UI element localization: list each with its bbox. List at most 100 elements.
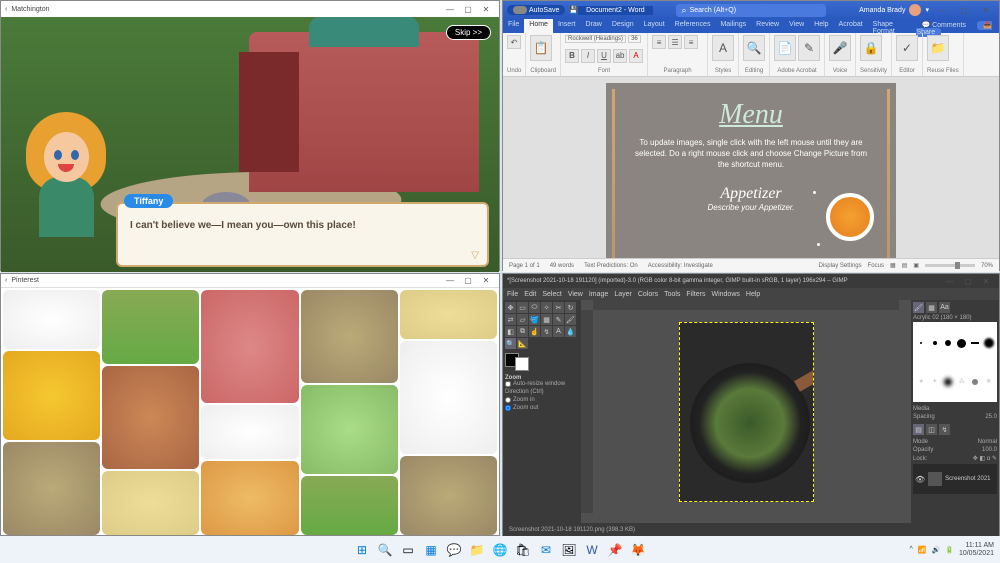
document-name[interactable]: Document2 - Word bbox=[578, 6, 653, 15]
brush-item[interactable]: ★ bbox=[915, 364, 928, 401]
eraser-tool[interactable]: ◧ bbox=[505, 326, 516, 337]
fuzzy-select-tool[interactable]: ✧ bbox=[541, 302, 552, 313]
zoom-tool[interactable]: 🔍 bbox=[505, 338, 516, 349]
tab-design[interactable]: Design bbox=[607, 19, 639, 33]
accessibility[interactable]: Accessibility: Investigate bbox=[648, 263, 713, 269]
bg-color[interactable] bbox=[515, 357, 529, 371]
wifi-icon[interactable]: 📶 bbox=[918, 546, 927, 554]
user-avatar[interactable] bbox=[909, 4, 921, 16]
font-name[interactable]: Rockwell (Headings) bbox=[565, 35, 626, 43]
pin-image[interactable] bbox=[201, 405, 298, 459]
fonts-tab[interactable]: Aa bbox=[939, 302, 950, 313]
auto-resize-check[interactable] bbox=[505, 381, 511, 387]
text-predictions[interactable]: Text Predictions: On bbox=[584, 263, 638, 269]
tab-layout[interactable]: Layout bbox=[639, 19, 670, 33]
view-print-icon[interactable]: ▤ bbox=[902, 262, 908, 269]
volume-icon[interactable]: 🔊 bbox=[932, 546, 941, 554]
bullets-icon[interactable]: ≡ bbox=[652, 35, 666, 49]
pencil-tool[interactable]: ✎ bbox=[553, 314, 564, 325]
save-icon[interactable]: 💾 bbox=[569, 6, 578, 14]
brush-item[interactable] bbox=[956, 324, 969, 363]
pin-image[interactable] bbox=[3, 442, 100, 535]
view-read-icon[interactable]: ▦ bbox=[890, 262, 896, 269]
brush-item[interactable] bbox=[942, 364, 955, 401]
channels-tab[interactable]: ◫ bbox=[926, 424, 937, 435]
brush-tool[interactable]: 🖌 bbox=[565, 314, 576, 325]
tab-draw[interactable]: Draw bbox=[580, 19, 606, 33]
tab-insert[interactable]: Insert bbox=[553, 19, 581, 33]
maximize-button[interactable]: ▢ bbox=[955, 4, 973, 16]
rotate-tool[interactable]: ↻ bbox=[565, 302, 576, 313]
close-button[interactable]: ✕ bbox=[977, 275, 995, 287]
layer-name[interactable]: Screenshot 2021 bbox=[945, 476, 990, 482]
start-button[interactable]: ⊞ bbox=[352, 540, 372, 560]
search-icon[interactable]: 🔍 bbox=[375, 540, 395, 560]
menu-layer[interactable]: Layer bbox=[614, 291, 632, 298]
brush-item[interactable]: ✦ bbox=[929, 364, 942, 401]
word-icon[interactable]: W bbox=[582, 540, 602, 560]
tab-view[interactable]: View bbox=[784, 19, 809, 33]
perspective-tool[interactable]: ▱ bbox=[517, 314, 528, 325]
close-button[interactable]: ✕ bbox=[977, 4, 995, 16]
flip-tool[interactable]: ⇄ bbox=[505, 314, 516, 325]
back-icon[interactable]: ‹ bbox=[5, 277, 7, 284]
path-tool[interactable]: ↯ bbox=[541, 326, 552, 337]
pin-image[interactable] bbox=[3, 290, 100, 349]
document-canvas[interactable]: Menu To update images, single click with… bbox=[503, 77, 999, 258]
gradient-tool[interactable]: ▦ bbox=[541, 314, 552, 325]
zoom-out-radio[interactable] bbox=[505, 405, 511, 411]
bold-icon[interactable]: B bbox=[565, 49, 579, 63]
pin-image[interactable] bbox=[400, 341, 497, 454]
menu-help[interactable]: Help bbox=[746, 291, 760, 298]
menu-view[interactable]: View bbox=[568, 291, 583, 298]
pin-image[interactable] bbox=[102, 290, 199, 364]
lock-icons[interactable]: ✥ ◧ α ✎ bbox=[973, 455, 997, 462]
underline-icon[interactable]: U bbox=[597, 49, 611, 63]
share-button[interactable]: 💬 Comments📤 Share bbox=[911, 19, 999, 33]
menu-select[interactable]: Select bbox=[542, 291, 561, 298]
smudge-tool[interactable]: ☝ bbox=[529, 326, 540, 337]
brush-item[interactable] bbox=[969, 324, 982, 363]
clock[interactable]: 11:11 AM 10/05/2021 bbox=[959, 542, 994, 557]
edge-icon[interactable]: 🌐 bbox=[490, 540, 510, 560]
tab-references[interactable]: References bbox=[670, 19, 716, 33]
styles-icon[interactable]: A bbox=[712, 35, 734, 61]
pin-image[interactable] bbox=[301, 385, 398, 474]
menu-colors[interactable]: Colors bbox=[638, 291, 658, 298]
reuse-icon[interactable]: 📁 bbox=[927, 35, 949, 61]
store-icon[interactable]: 🛍 bbox=[513, 540, 533, 560]
tab-review[interactable]: Review bbox=[751, 19, 784, 33]
text-tool[interactable]: A bbox=[553, 326, 564, 337]
italic-icon[interactable]: I bbox=[581, 49, 595, 63]
pin-image[interactable] bbox=[301, 476, 398, 535]
pinterest-icon[interactable]: 📌 bbox=[605, 540, 625, 560]
pin-image[interactable] bbox=[102, 471, 199, 535]
menu-tools[interactable]: Tools bbox=[664, 291, 680, 298]
brush-item[interactable]: ❋ bbox=[983, 364, 996, 401]
page-count[interactable]: Page 1 of 1 bbox=[509, 263, 540, 269]
clone-tool[interactable]: ⧉ bbox=[517, 326, 528, 337]
tab-help[interactable]: Help bbox=[809, 19, 833, 33]
minimize-button[interactable]: ― bbox=[933, 4, 951, 16]
zoom-in-radio[interactable] bbox=[505, 397, 511, 403]
brush-item[interactable] bbox=[915, 324, 928, 363]
editing-icon[interactable]: 🔍 bbox=[743, 35, 765, 61]
appetizer-image[interactable] bbox=[826, 193, 874, 241]
brush-item[interactable] bbox=[942, 324, 955, 363]
font-size[interactable]: 36 bbox=[628, 35, 641, 43]
minimize-button[interactable]: ― bbox=[941, 275, 959, 287]
paths-tab[interactable]: ↯ bbox=[939, 424, 950, 435]
back-icon[interactable]: ‹ bbox=[5, 6, 7, 13]
chat-icon[interactable]: 💬 bbox=[444, 540, 464, 560]
brush-item[interactable] bbox=[969, 364, 982, 401]
pin-image[interactable] bbox=[400, 290, 497, 339]
tab-file[interactable]: File bbox=[503, 19, 524, 33]
display-settings[interactable]: Display Settings bbox=[819, 263, 862, 269]
maximize-button[interactable]: ▢ bbox=[459, 3, 477, 15]
search-box[interactable]: Search (Alt+Q) bbox=[676, 4, 826, 17]
pin-image[interactable] bbox=[301, 290, 398, 383]
menu-file[interactable]: File bbox=[507, 291, 518, 298]
paste-icon[interactable]: 📋 bbox=[530, 35, 552, 61]
user-name[interactable]: Amanda Brady bbox=[859, 7, 905, 14]
editor-icon[interactable]: ✓ bbox=[896, 35, 918, 61]
